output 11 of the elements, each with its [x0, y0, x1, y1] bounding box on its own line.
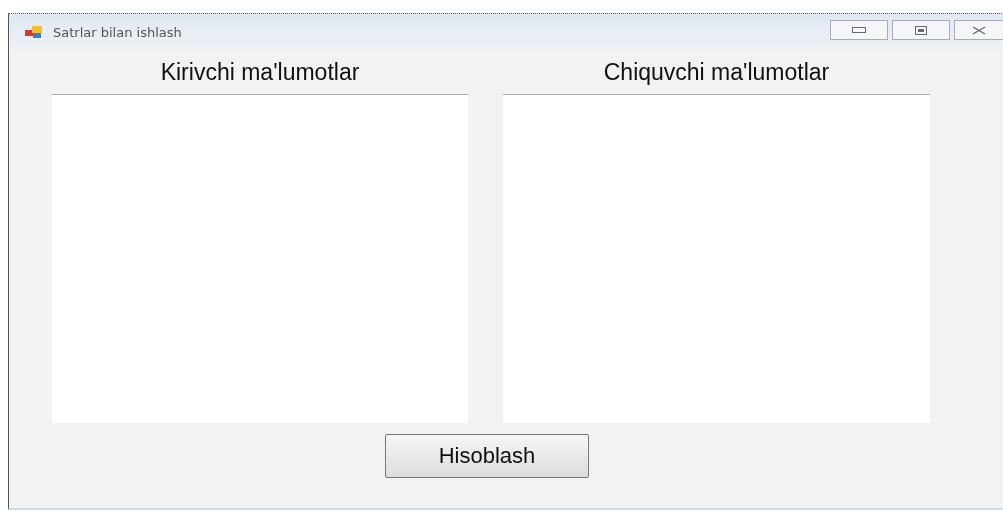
minimize-button[interactable] [830, 20, 888, 40]
calculate-button[interactable]: Hisoblash [385, 434, 589, 478]
maximize-button[interactable] [892, 20, 950, 40]
minimize-icon [852, 27, 866, 33]
window-title: Satrlar bilan ishlash [53, 24, 182, 40]
close-icon [972, 25, 986, 35]
panel-label: Kirivchi ma'lumotlar [160, 58, 360, 87]
maximize-icon [915, 25, 927, 35]
app-icon [25, 25, 43, 39]
panel-label: Chiquvchi ma'lumotlar [603, 58, 830, 87]
close-button[interactable] [954, 20, 1003, 40]
